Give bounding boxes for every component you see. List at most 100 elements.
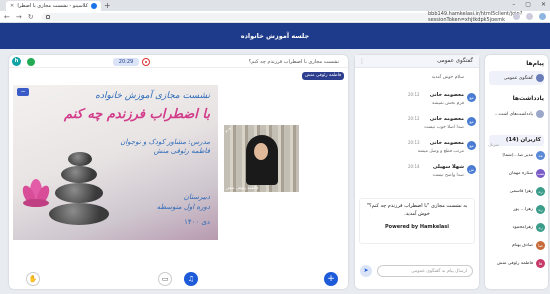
minimize-icon[interactable]: – — [512, 1, 515, 8]
url-text: bbb149.hamkelasi.ir/html5client/join?ses… — [428, 11, 523, 23]
chat-message: مع معصومه خانی 20:12 فرم بخش نمیشه — [355, 91, 479, 113]
chat-time: 20:12 — [408, 116, 420, 121]
flower-image — [22, 179, 50, 207]
action-bar: ✋ ▭ ♫ + — [9, 268, 348, 289]
shared-notes-item[interactable]: یادداشت‌های اشت... — [489, 107, 544, 121]
tab-title: کلاسینو - نشست مجازی با اضطراب — [17, 3, 88, 9]
powered-by-text: Powered by Hamkelasi — [385, 224, 449, 230]
meeting-title: جلسه آموزش خانواده — [240, 32, 310, 40]
messages-section-title: پیام‌ها — [526, 60, 544, 67]
video-username: فاطمه رئوفی منش — [226, 185, 259, 190]
chat-sender: معصومه خانی — [429, 92, 464, 98]
public-chat-label: گفتگوی عمومی — [503, 75, 533, 81]
chat-message: سلام خوش آمدید — [355, 71, 479, 93]
user-avatar: زه — [536, 222, 545, 232]
user-avatar: زه — [536, 204, 545, 214]
actions-plus-button[interactable]: + — [324, 272, 338, 286]
user-avatar: فا — [536, 258, 545, 268]
user-avatar: ست — [536, 168, 545, 178]
chat-header: گفتگوی عمومی ⋮ — [355, 55, 479, 68]
slide-heading: نشست مجازی آموزش خانواده — [95, 91, 210, 101]
user-item[interactable]: زه زهرا... پور — [489, 202, 545, 216]
chat-message: ش شهلا سهیلی 20:14 صدا واضح نیست — [355, 163, 479, 185]
user-item[interactable]: زه زهرامحمود — [489, 220, 545, 234]
chat-message-text: فرم بخش نمیشه — [432, 101, 464, 106]
shared-notes-label: یادداشت‌های اشت... — [494, 111, 534, 117]
headphone-button[interactable]: ♫ — [184, 272, 198, 286]
chat-sender: معصومه خانی — [429, 116, 464, 122]
user-item[interactable]: فا فاطمه رئوفی منش — [489, 256, 545, 270]
chat-sender: معصومه خانی — [429, 140, 464, 146]
raise-hand-button[interactable]: ✋ — [26, 272, 40, 286]
user-item[interactable]: صا صادق بهنام — [489, 238, 545, 252]
hamkelasi-logo: h — [12, 57, 21, 66]
user-item[interactable]: ست ستاره مهمان — [489, 166, 545, 180]
welcome-text: به نشست مجازی "با اضطراب فرزندم چه کنم؟"… — [366, 203, 468, 217]
url-field[interactable]: bbb149.hamkelasi.ir/html5client/join?ses… — [42, 11, 523, 23]
address-bar: ← → ↻ bbb149.hamkelasi.ir/html5client/jo… — [0, 11, 550, 23]
chat-message-text: سلام خوش آمدید — [431, 75, 464, 80]
notes-icon — [536, 110, 544, 118]
webcam-video[interactable]: ⤢ فاطمه رئوفی منش — [224, 125, 299, 192]
chat-message-text: مرتب قطع و وصل میشه — [417, 149, 464, 154]
slide-date: دی ۱۴۰۰ — [184, 218, 210, 226]
new-tab-icon[interactable]: + — [104, 1, 111, 10]
stone-image — [68, 152, 92, 166]
stone-image — [61, 166, 97, 183]
window-controls: – ▢ ✕ — [512, 1, 546, 8]
presentation-title: نشست مجازی با اضطراب فرزندم چه کنم؟ — [248, 59, 339, 65]
favicon-icon — [91, 3, 97, 9]
chat-bubble-icon — [536, 74, 544, 82]
chat-message-text: صدا واضح نیست — [432, 173, 465, 178]
app-header: جلسه آموزش خانواده — [0, 23, 550, 49]
user-item[interactable]: مد مدیر صا...(شما) — [489, 148, 545, 162]
public-chat-item[interactable]: گفتگوی عمومی — [489, 71, 544, 85]
expand-video-icon[interactable]: ⤢ — [226, 127, 231, 135]
back-icon[interactable]: ← — [4, 13, 10, 21]
slide-presenter-role: مدرس: مشاور کودک و نوجوان — [120, 138, 210, 146]
chat-avatar: مع — [467, 117, 476, 126]
extension-icon[interactable] — [513, 13, 520, 20]
slide-presenter-name: فاطمه رئوفی منش — [153, 147, 210, 155]
user-name: مدیر صا...(شما) — [502, 152, 533, 158]
welcome-notice: به نشست مجازی "با اضطراب فرزندم چه کنم؟"… — [359, 198, 475, 244]
stone-image — [55, 183, 103, 203]
user-name: زهرامحمود — [512, 224, 533, 230]
chat-panel: گفتگوی عمومی ⋮ سلام خوش آمدید مع معصومه … — [355, 55, 479, 289]
browser-tab[interactable]: کلاسینو - نشست مجازی با اضطراب ✕ — [6, 1, 101, 11]
user-role: میزبان — [488, 142, 499, 147]
minimize-presentation-button[interactable]: − — [17, 88, 29, 96]
chat-input[interactable]: ارسال پیام به گفتگوی عمومی — [377, 265, 473, 277]
chat-message: مع معصومه خانی 20:13 مرتب قطع و وصل میشه — [355, 139, 479, 161]
chat-time: 20:13 — [408, 140, 420, 145]
user-avatar: صا — [536, 240, 545, 250]
chat-message: مع معصومه خانی 20:12 صدا اصلا خوب نیست — [355, 115, 479, 137]
user-name: صادق بهنام — [512, 242, 533, 248]
chat-options-icon[interactable]: ⋮ — [359, 58, 365, 65]
user-item[interactable]: زه زهرا قاسمی — [489, 184, 545, 198]
status-indicator-icon — [27, 58, 35, 66]
reload-icon[interactable]: ↻ — [28, 13, 34, 21]
close-tab-icon[interactable]: ✕ — [10, 3, 14, 9]
presentation-toolbar: h 20:29 نشست مجازی با اضطراب فرزندم چه ک… — [9, 55, 348, 68]
forward-icon[interactable]: → — [16, 13, 22, 21]
chat-sender: شهلا سهیلی — [432, 164, 464, 170]
record-icon[interactable] — [142, 58, 150, 66]
camera-button[interactable]: ▭ — [158, 272, 172, 286]
lock-icon — [46, 15, 50, 19]
stone-image — [49, 203, 109, 225]
user-list: مد مدیر صا...(شما) میزبان ست ستاره مهمان… — [485, 142, 548, 289]
close-window-icon[interactable]: ✕ — [541, 1, 546, 8]
user-name: زهرا... پور — [513, 206, 533, 212]
presentation-slide: − نشست مجازی آموزش خانواده با اضطراب فرز… — [13, 85, 218, 240]
bookmark-icon[interactable] — [526, 13, 533, 20]
chat-avatar: ش — [467, 165, 476, 174]
chat-avatar: مع — [467, 141, 476, 150]
slide-school: دبیرستان — [183, 193, 210, 201]
user-name: فاطمه رئوفی منش — [496, 260, 533, 266]
profile-avatar[interactable] — [539, 13, 546, 20]
maximize-icon[interactable]: ▢ — [525, 1, 531, 8]
presenter-badge: فاطمه رئوفی منش — [302, 72, 345, 80]
notes-section-title: یادداشت‌ها — [512, 95, 544, 102]
send-icon[interactable]: ➤ — [360, 265, 372, 277]
